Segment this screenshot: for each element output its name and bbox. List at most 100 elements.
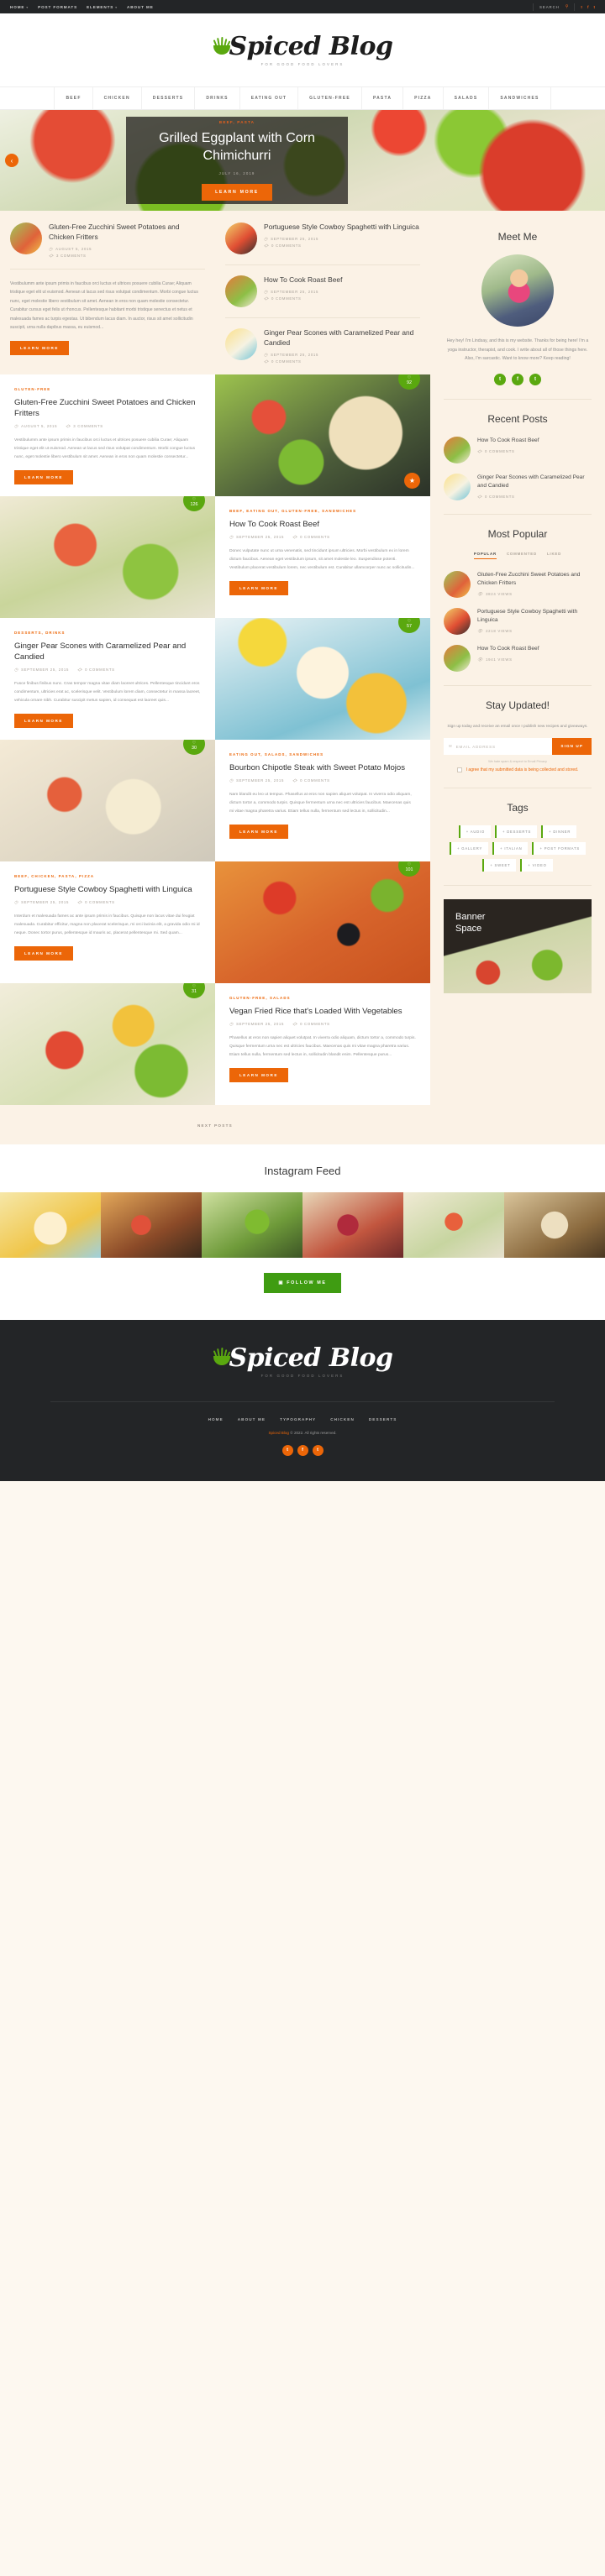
twitter-icon[interactable]: t bbox=[494, 373, 506, 385]
search-label[interactable]: SEARCH bbox=[539, 5, 560, 9]
hero-learn-more-button[interactable]: LEARN MORE bbox=[202, 183, 272, 201]
nav-item-home[interactable]: HOME ▾ bbox=[10, 5, 29, 9]
consent-checkbox[interactable] bbox=[456, 767, 462, 773]
list-item[interactable]: How To Cook Roast Beef 👁 1941 VIEWS bbox=[444, 644, 592, 672]
post-categories[interactable]: DESSERTS, DRINKS bbox=[14, 631, 201, 635]
post-card-image[interactable]: ♡ 126 bbox=[0, 495, 215, 618]
facebook-icon[interactable]: f bbox=[297, 1444, 308, 1456]
footer-link-desserts[interactable]: DESSERTS bbox=[369, 1417, 397, 1422]
featured-teaser-head[interactable]: Gluten-Free Zucchini Sweet Potatoes and … bbox=[10, 223, 205, 259]
twitter-icon[interactable]: t bbox=[281, 1444, 293, 1456]
category-salads[interactable]: SALADS bbox=[442, 87, 489, 109]
post-title[interactable]: Gluten-Free Zucchini Sweet Potatoes and … bbox=[49, 223, 205, 243]
post-title[interactable]: Vegan Fried Rice that's Loaded With Vege… bbox=[229, 1006, 416, 1017]
post-title[interactable]: Portuguese Style Cowboy Spaghetti with L… bbox=[264, 223, 419, 233]
featured-star-icon[interactable]: ★ bbox=[404, 472, 420, 489]
post-title[interactable]: Ginger Pear Scones with Caramelized Pear… bbox=[477, 474, 592, 490]
nav-item-elements[interactable]: ELEMENTS ▾ bbox=[87, 5, 118, 9]
tag-italian[interactable]: + ITALIAN bbox=[492, 842, 529, 856]
learn-more-button[interactable]: LEARN MORE bbox=[14, 470, 73, 485]
post-thumbnail[interactable] bbox=[225, 223, 257, 254]
next-posts-link[interactable]: NEXT POSTS bbox=[197, 1123, 233, 1128]
search-icon[interactable]: ⚲ bbox=[566, 4, 569, 9]
post-title[interactable]: Gluten-Free Zucchini Sweet Potatoes and … bbox=[14, 397, 201, 419]
sign-up-button[interactable]: SIGN UP bbox=[552, 738, 592, 756]
instagram-photo[interactable] bbox=[202, 1191, 302, 1258]
category-chicken[interactable]: CHICKEN bbox=[92, 87, 141, 109]
list-item[interactable]: How To Cook Roast Beef ⛮ 0 COMMENTS bbox=[444, 436, 592, 463]
featured-learn-more-button[interactable]: LEARN MORE bbox=[10, 341, 69, 356]
post-thumbnail[interactable] bbox=[225, 328, 257, 360]
post-title[interactable]: Portuguese Style Cowboy Spaghetti with L… bbox=[14, 884, 201, 895]
post-categories[interactable]: GLUTEN-FREE bbox=[14, 387, 201, 391]
learn-more-button[interactable]: LEARN MORE bbox=[14, 714, 73, 729]
post-categories[interactable]: BEEF, CHICKEN, PASTA, PIZZA bbox=[14, 874, 201, 878]
tag-sweet[interactable]: + SWEET bbox=[482, 859, 517, 872]
post-title[interactable]: How To Cook Roast Beef bbox=[477, 437, 539, 445]
footer-logo[interactable]: Spiced Blog FOR GOOD FOOD LOVERS bbox=[212, 1343, 393, 1378]
post-categories[interactable]: EATING OUT, SALADS, SANDWICHES bbox=[229, 752, 416, 757]
tag-dinner[interactable]: + DINNER bbox=[541, 825, 577, 839]
tumblr-icon[interactable]: t bbox=[529, 373, 541, 385]
post-card-image[interactable]: ♡ 30 bbox=[0, 739, 215, 861]
tag-video[interactable]: + VIDEO bbox=[520, 859, 553, 872]
category-beef[interactable]: BEEF bbox=[54, 87, 92, 109]
chevron-left-icon[interactable]: ‹ bbox=[5, 154, 18, 167]
post-categories[interactable]: GLUTEN-FREE, SALADS bbox=[229, 996, 416, 1000]
list-item[interactable]: Portuguese Style Cowboy Spaghetti with L… bbox=[225, 223, 420, 254]
list-item[interactable]: Ginger Pear Scones with Caramelized Pear… bbox=[444, 473, 592, 500]
instagram-photo[interactable] bbox=[101, 1191, 202, 1258]
list-item[interactable]: Gluten-Free Zucchini Sweet Potatoes and … bbox=[444, 570, 592, 598]
facebook-icon[interactable]: f bbox=[512, 373, 523, 385]
pagination[interactable]: NEXT POSTS bbox=[0, 1104, 430, 1144]
category-gluten-free[interactable]: GLUTEN-FREE bbox=[297, 87, 361, 109]
learn-more-button[interactable]: LEARN MORE bbox=[229, 1068, 288, 1083]
hero-title[interactable]: Grilled Eggplant with Corn Chimichurri bbox=[153, 130, 321, 165]
tag-post-formats[interactable]: + POST FORMATS bbox=[532, 842, 586, 856]
post-categories[interactable]: BEEF, EATING OUT, GLUTEN-FREE, SANDWICHE… bbox=[229, 509, 416, 513]
post-thumbnail[interactable] bbox=[10, 223, 42, 254]
facebook-icon[interactable]: f bbox=[587, 5, 589, 9]
category-eating-out[interactable]: EATING OUT bbox=[239, 87, 297, 109]
footer-link-chicken[interactable]: CHICKEN bbox=[330, 1417, 355, 1422]
category-sandwiches[interactable]: SANDWICHES bbox=[488, 87, 551, 109]
learn-more-button[interactable]: LEARN MORE bbox=[14, 946, 73, 961]
post-card-image[interactable]: ♡ 57 bbox=[215, 617, 430, 740]
category-pizza[interactable]: PIZZA bbox=[402, 87, 442, 109]
learn-more-button[interactable]: LEARN MORE bbox=[229, 825, 288, 840]
post-thumbnail[interactable] bbox=[444, 644, 471, 672]
hero-category[interactable]: BEEF, PASTA bbox=[219, 120, 255, 124]
nav-item-post-formats[interactable]: POST FORMATS bbox=[38, 5, 77, 9]
tag-gallery[interactable]: + GALLERY bbox=[450, 842, 489, 856]
post-title[interactable]: Gluten-Free Zucchini Sweet Potatoes and … bbox=[477, 571, 592, 588]
twitter-icon[interactable]: t bbox=[581, 5, 582, 9]
footer-link-home[interactable]: HOME bbox=[208, 1417, 224, 1422]
tab-commented[interactable]: COMMENTED bbox=[507, 552, 537, 559]
site-logo[interactable]: Spiced Blog FOR GOOD FOOD LOVERS bbox=[212, 32, 393, 66]
instagram-photo[interactable] bbox=[504, 1191, 605, 1258]
learn-more-button[interactable]: LEARN MORE bbox=[229, 581, 288, 596]
post-title[interactable]: Portuguese Style Cowboy Spaghetti with L… bbox=[477, 608, 592, 625]
list-item[interactable]: How To Cook Roast Beef ◷ SEPTEMBER 25, 20… bbox=[225, 275, 420, 307]
category-desserts[interactable]: DESSERTS bbox=[140, 87, 195, 109]
post-thumbnail[interactable] bbox=[444, 570, 471, 598]
post-thumbnail[interactable] bbox=[444, 436, 471, 463]
post-card-image[interactable]: ♡ 31 bbox=[0, 982, 215, 1105]
tag-audio[interactable]: + AUDIO bbox=[458, 825, 492, 839]
instagram-photo[interactable] bbox=[0, 1191, 101, 1258]
email-field[interactable]: ✉ EMAIL ADDRESS bbox=[444, 738, 553, 756]
post-title[interactable]: Ginger Pear Scones with Caramelized Pear… bbox=[14, 641, 201, 662]
footer-link-about-me[interactable]: ABOUT ME bbox=[238, 1417, 266, 1422]
instagram-photo[interactable] bbox=[302, 1191, 403, 1258]
tab-liked[interactable]: LIKED bbox=[547, 552, 561, 559]
tab-popular[interactable]: POPULAR bbox=[473, 552, 497, 559]
nav-item-about-me[interactable]: ABOUT ME bbox=[127, 5, 154, 9]
post-title[interactable]: How To Cook Roast Beef bbox=[229, 519, 416, 530]
post-title[interactable]: Ginger Pear Scones with Caramelized Pear… bbox=[264, 328, 420, 348]
post-thumbnail[interactable] bbox=[225, 275, 257, 307]
post-title[interactable]: How To Cook Roast Beef bbox=[477, 645, 539, 653]
tag-desserts[interactable]: + DESSERTS bbox=[495, 825, 538, 839]
category-pasta[interactable]: PASTA bbox=[360, 87, 402, 109]
list-item[interactable]: Portuguese Style Cowboy Spaghetti with L… bbox=[444, 607, 592, 635]
tumblr-icon[interactable]: t bbox=[593, 5, 595, 9]
